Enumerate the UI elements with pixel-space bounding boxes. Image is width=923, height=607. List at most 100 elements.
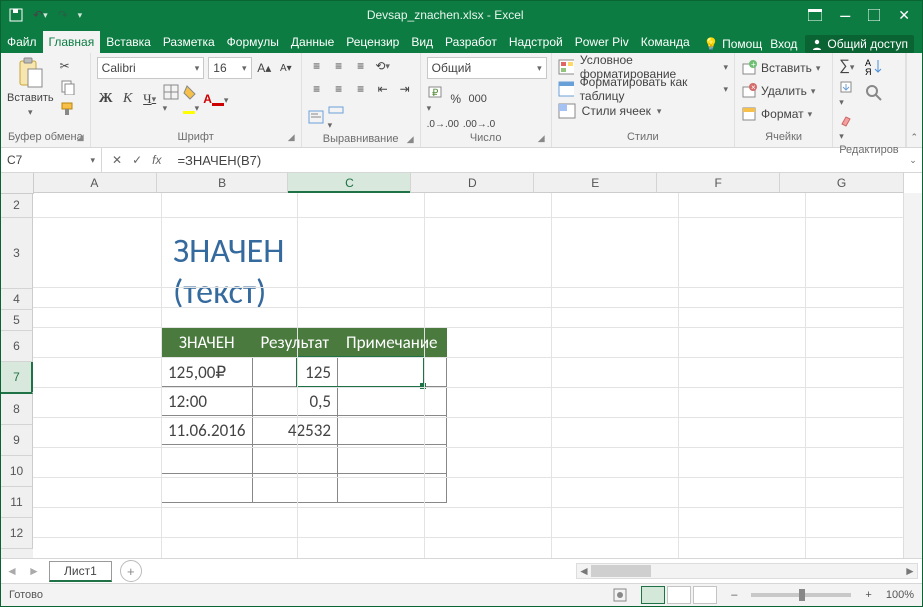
paste-menu[interactable]: ▾ [28,107,33,118]
select-all-corner[interactable] [1,173,34,194]
format-as-table-button[interactable]: Форматировать как таблицу▾ [558,79,728,99]
worksheet-grid[interactable]: ABCDEFG 23456789101112 ЗНАЧЕН (текст) ЗН… [1,173,922,558]
row-header[interactable]: 3 [1,218,33,289]
copy-icon[interactable] [60,79,76,95]
increase-indent-icon[interactable]: ⇥ [396,80,414,98]
number-format-select[interactable]: Общий▾ [427,57,547,79]
align-center-icon[interactable]: ≡ [330,80,348,98]
row-header[interactable]: 2 [1,193,33,218]
tab-layout[interactable]: Разметка [157,31,221,53]
underline-button[interactable]: Ч▾ [141,90,159,108]
fx-icon[interactable]: fx [152,153,161,167]
align-top-icon[interactable]: ≡ [308,57,326,75]
clear-icon[interactable]: ▾ [839,114,854,142]
font-name-select[interactable]: Calibri▾ [97,57,205,79]
column-header[interactable]: E [534,173,657,193]
row-header[interactable]: 8 [1,394,33,425]
insert-cells-button[interactable]: +Вставить▾ [741,57,820,79]
sheet-nav-prev-icon[interactable]: ◄ [1,564,23,578]
dialog-launcher-icon[interactable]: ◢ [288,132,295,143]
wrap-text-icon[interactable] [308,110,324,124]
normal-view-button[interactable] [641,586,665,604]
orientation-icon[interactable]: ⟲▾ [374,57,392,75]
merge-icon[interactable]: ▾ [328,103,344,131]
row-header[interactable]: 9 [1,425,33,456]
decrease-decimal-icon[interactable]: .00→.0 [463,119,495,130]
accounting-format-icon[interactable]: ₽▾ [427,84,443,114]
cancel-formula-icon[interactable]: ✕ [112,153,122,167]
tab-formulas[interactable]: Формулы [221,31,285,53]
redo-icon[interactable]: ↷ [58,8,68,22]
table-cell[interactable] [338,416,447,445]
fill-icon[interactable]: ▾ [839,80,854,108]
page-layout-view-button[interactable] [667,586,691,604]
align-middle-icon[interactable]: ≡ [330,57,348,75]
align-right-icon[interactable]: ≡ [352,80,370,98]
tab-review[interactable]: Рецензир [340,31,405,53]
format-cells-button[interactable]: Формат▾ [741,103,820,125]
dialog-launcher-icon[interactable]: ◢ [538,133,545,144]
minimize-icon[interactable]: – [840,5,850,26]
enter-formula-icon[interactable]: ✓ [132,153,142,167]
table-cell[interactable]: 12:00 [162,387,253,416]
font-size-select[interactable]: 16▾ [208,57,251,79]
tab-addins[interactable]: Надстрой [503,31,569,53]
comma-style-icon[interactable]: 000 [469,90,487,108]
undo-icon[interactable]: ↶▾ [33,8,48,22]
percent-icon[interactable]: % [447,90,465,108]
cut-icon[interactable]: ✂ [60,59,76,73]
tell-me[interactable]: 💡 Помощ [704,37,762,51]
tab-team[interactable]: Команда [635,31,696,53]
paste-button[interactable] [16,57,44,89]
italic-button[interactable]: К [119,90,137,108]
cell-styles-button[interactable]: Стили ячеек▾ [558,101,728,121]
table-cell[interactable] [252,445,338,474]
tab-file[interactable]: Файл [1,31,43,53]
align-left-icon[interactable]: ≡ [308,80,326,98]
zoom-out-button[interactable]: – [731,589,737,601]
row-header[interactable]: 12 [1,518,33,549]
sort-filter-icon[interactable]: AЯ [864,57,884,77]
column-header[interactable]: A [33,173,157,193]
page-break-view-button[interactable] [693,586,717,604]
column-header[interactable]: C [288,173,411,193]
name-box[interactable]: C7▾ [1,148,102,172]
table-cell[interactable]: 125,00₽ [162,358,253,387]
row-header[interactable]: 6 [1,331,33,362]
increase-decimal-icon[interactable]: .0→.00 [427,119,459,130]
save-icon[interactable] [9,8,23,22]
font-color-icon[interactable]: A▾ [203,92,228,106]
tab-view[interactable]: Вид [405,31,439,53]
autosum-icon[interactable]: ∑▾ [839,57,854,74]
decrease-indent-icon[interactable]: ⇤ [374,80,392,98]
dialog-launcher-icon[interactable]: ◢ [77,132,84,143]
table-cell[interactable] [338,387,447,416]
zoom-level[interactable]: 100% [886,589,914,601]
delete-cells-button[interactable]: ×Удалить▾ [741,80,820,102]
table-cell[interactable]: 125 [252,358,338,387]
new-sheet-button[interactable]: + [120,560,142,582]
find-select-icon[interactable] [864,83,884,103]
border-icon[interactable]: ▾ [163,84,179,114]
row-header[interactable]: 5 [1,310,33,331]
table-cell[interactable] [162,445,253,474]
table-cell[interactable] [338,445,447,474]
column-header[interactable]: B [157,173,289,193]
fill-color-icon[interactable]: ▾ [183,84,200,114]
decrease-font-icon[interactable]: A▾ [277,59,295,77]
column-header[interactable]: F [657,173,780,193]
align-bottom-icon[interactable]: ≡ [352,57,370,75]
table-cell[interactable]: 0,5 [252,387,338,416]
tab-powerpivot[interactable]: Power Piv [569,31,635,53]
dialog-launcher-icon[interactable]: ◢ [407,134,414,145]
increase-font-icon[interactable]: A▴ [256,59,274,77]
table-cell[interactable] [338,358,447,387]
tab-insert[interactable]: Вставка [100,31,157,53]
tab-developer[interactable]: Разработ [439,31,503,53]
tab-home[interactable]: Главная [43,31,101,53]
column-header[interactable]: D [411,173,534,193]
table-cell[interactable]: 11.06.2016 [162,416,253,445]
ribbon-options-icon[interactable] [808,9,822,21]
zoom-in-button[interactable]: + [865,589,871,601]
close-icon[interactable]: ✕ [898,7,910,24]
